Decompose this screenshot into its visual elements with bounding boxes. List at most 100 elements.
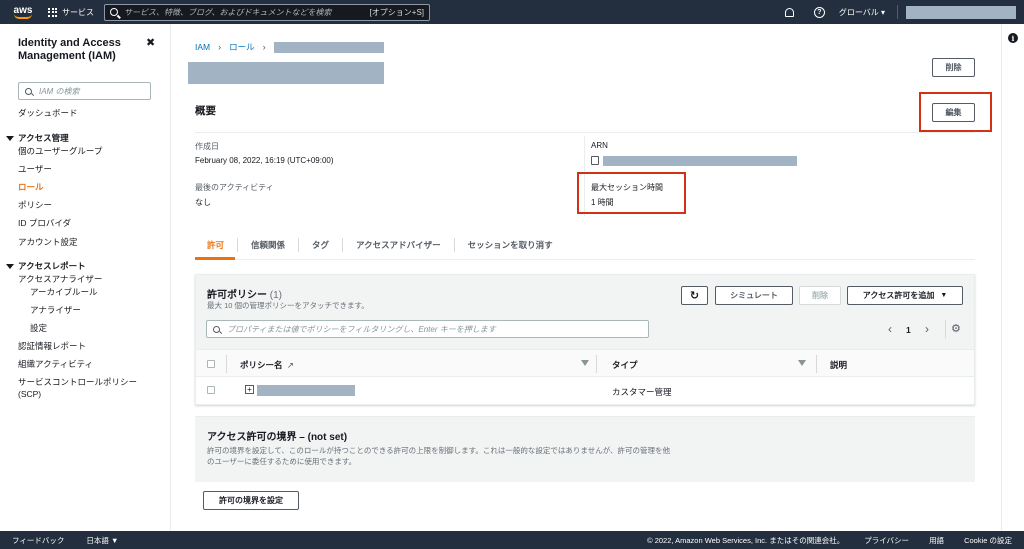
sidebar-item-credential-report[interactable]: 認証情報レポート xyxy=(18,340,86,352)
highlight-edit xyxy=(919,92,992,132)
privacy-link[interactable]: プライバシー xyxy=(864,535,909,546)
caret-down-icon: ▼ xyxy=(940,292,948,299)
sidebar-item-archive-rules[interactable]: アーカイブルール xyxy=(30,286,98,298)
boundary-description: 許可の境界を設定して、このロールが持つことのできる許可の上限を制御します。これは… xyxy=(207,446,671,466)
terms-link[interactable]: 用語 xyxy=(929,535,944,546)
summary-title: 概要 xyxy=(195,105,216,117)
divider xyxy=(195,132,975,133)
column-type[interactable]: タイプ xyxy=(612,359,638,371)
copyright: © 2022, Amazon Web Services, Inc. またはその関… xyxy=(647,535,845,545)
created-value: February 08, 2022, 16:19 (UTC+09:00) xyxy=(195,156,334,165)
nav-divider xyxy=(897,5,898,19)
sidebar-item-scp[interactable]: サービスコントロールポリシー (SCP) xyxy=(18,376,143,400)
sidebar: Identity and Access Management (IAM) ✖ I… xyxy=(0,24,171,531)
search-icon xyxy=(25,87,32,95)
help-panel-strip: i xyxy=(1001,24,1024,531)
chevron-right-icon: › xyxy=(218,42,222,52)
last-activity-value: なし xyxy=(195,198,211,207)
account-menu[interactable] xyxy=(906,5,1016,19)
tab-access-advisor[interactable]: アクセスアドバイザー xyxy=(342,237,454,252)
policy-type: カスタマー管理 xyxy=(612,387,672,397)
sidebar-item-org-activity[interactable]: 組織アクティビティ xyxy=(18,358,93,370)
arn-label: ARN xyxy=(591,141,608,150)
sidebar-item-account-settings[interactable]: アカウント設定 xyxy=(18,236,78,248)
policy-filter-input[interactable]: プロパティまたは値でポリシーをフィルタリングし、Enter キーを押します xyxy=(206,320,649,338)
tab-revoke-sessions[interactable]: セッションを取り消す xyxy=(453,237,566,252)
select-all-checkbox[interactable] xyxy=(207,360,215,368)
policies-subtitle: 最大 10 個の管理ポリシーをアタッチできます。 xyxy=(207,301,369,310)
sidebar-search-placeholder: IAM の検索 xyxy=(39,86,80,96)
sidebar-item-dashboard[interactable]: ダッシュボード xyxy=(18,107,78,119)
copy-icon[interactable] xyxy=(591,156,599,165)
refresh-button[interactable]: ↻ xyxy=(681,286,708,305)
active-tab-indicator xyxy=(195,257,235,260)
sidebar-search-input[interactable]: IAM の検索 xyxy=(18,82,151,100)
tab-permissions[interactable]: 許可 xyxy=(195,238,237,252)
sort-icon[interactable] xyxy=(581,360,589,366)
grid-icon xyxy=(48,7,57,17)
sidebar-section-access-reports[interactable]: アクセスレポート xyxy=(6,260,86,272)
aws-logo[interactable]: aws xyxy=(12,5,34,19)
tab-tags[interactable]: タグ xyxy=(298,237,342,252)
cookie-settings-link[interactable]: Cookie の設定 xyxy=(964,535,1012,546)
table-header: ポリシー名 ↗ タイプ 説明 xyxy=(196,349,974,377)
bell-icon[interactable] xyxy=(784,7,794,17)
region-selector[interactable]: グローバル xyxy=(839,7,885,18)
last-activity-label: 最後のアクティビティ xyxy=(195,183,274,192)
aws-smile-icon xyxy=(14,14,32,19)
sidebar-item-id-providers[interactable]: ID プロバイダ xyxy=(18,217,71,229)
set-boundary-button[interactable]: 許可の境界を設定 xyxy=(203,491,299,510)
breadcrumb: IAM › ロール › xyxy=(195,41,384,53)
sidebar-item-users[interactable]: ユーザー xyxy=(18,163,52,175)
add-permissions-button[interactable]: アクセス許可を追加 ▼ xyxy=(847,286,963,305)
search-icon xyxy=(110,8,118,16)
language-selector[interactable]: 日本語 ▼ xyxy=(86,535,118,546)
sidebar-title: Identity and Access Management (IAM) xyxy=(18,37,121,62)
tab-bar: 許可 信頼関係 タグ アクセスアドバイザー セッションを取り消す xyxy=(195,230,975,260)
column-description: 説明 xyxy=(830,360,848,370)
sidebar-section-access-management[interactable]: アクセス管理 xyxy=(6,132,69,144)
global-search-input[interactable]: サービス、特徴、ブログ、およびドキュメントなどを検索 [オプション+S] xyxy=(104,3,430,21)
sidebar-item-user-groups[interactable]: 個のユーザーグループ xyxy=(18,145,102,157)
column-policy-name[interactable]: ポリシー名 ↗ xyxy=(240,359,294,371)
delete-role-button[interactable]: 削除 xyxy=(932,58,975,77)
page-number[interactable]: 1 xyxy=(906,325,911,335)
services-menu[interactable]: サービス xyxy=(48,7,94,18)
sidebar-item-policies[interactable]: ポリシー xyxy=(18,199,52,211)
services-label: サービス xyxy=(62,7,94,17)
feedback-link[interactable]: フィードバック xyxy=(12,535,64,546)
policies-title: 許可ポリシー (1) xyxy=(207,290,283,301)
sidebar-item-settings[interactable]: 設定 xyxy=(30,322,47,334)
sidebar-item-analyzers[interactable]: アナライザー xyxy=(30,304,81,316)
close-icon[interactable]: ✖ xyxy=(146,36,155,49)
table-row[interactable]: + カスタマー管理 xyxy=(196,378,974,404)
external-link-icon: ↗ xyxy=(286,360,295,370)
footer: フィードバック 日本語 ▼ © 2022, Amazon Web Service… xyxy=(0,531,1024,549)
row-checkbox[interactable] xyxy=(207,386,215,394)
breadcrumb-iam[interactable]: IAM xyxy=(195,42,210,52)
sidebar-item-access-analyzer[interactable]: アクセスアナライザー xyxy=(18,273,102,285)
sort-icon[interactable] xyxy=(798,360,806,366)
search-icon xyxy=(213,325,220,333)
gear-icon[interactable]: ⚙ xyxy=(951,322,961,335)
tab-trust-relationships[interactable]: 信頼関係 xyxy=(237,237,298,252)
created-label: 作成日 xyxy=(195,142,219,151)
divider xyxy=(945,320,946,338)
top-navigation: aws サービス サービス、特徴、ブログ、およびドキュメントなどを検索 [オプシ… xyxy=(0,0,1024,24)
simulate-button[interactable]: シミュレート xyxy=(715,286,793,305)
sidebar-item-roles[interactable]: ロール xyxy=(18,181,44,193)
boundary-title: アクセス許可の境界 – (not set) xyxy=(207,432,348,443)
expand-icon[interactable]: + xyxy=(245,385,254,394)
next-page-icon[interactable]: › xyxy=(925,322,929,336)
caret-down-icon: ▼ xyxy=(110,535,119,545)
caret-down-icon xyxy=(6,136,14,142)
policy-name-link[interactable] xyxy=(257,385,355,396)
help-icon[interactable]: ? xyxy=(813,6,825,18)
prev-page-icon[interactable]: ‹ xyxy=(888,322,892,336)
chevron-right-icon: › xyxy=(262,42,266,52)
remove-policy-button[interactable]: 削除 xyxy=(799,286,841,305)
info-icon[interactable]: i xyxy=(1008,33,1018,43)
breadcrumb-roles[interactable]: ロール xyxy=(229,41,255,53)
caret-down-icon xyxy=(6,264,14,270)
search-shortcut: [オプション+S] xyxy=(369,7,424,17)
